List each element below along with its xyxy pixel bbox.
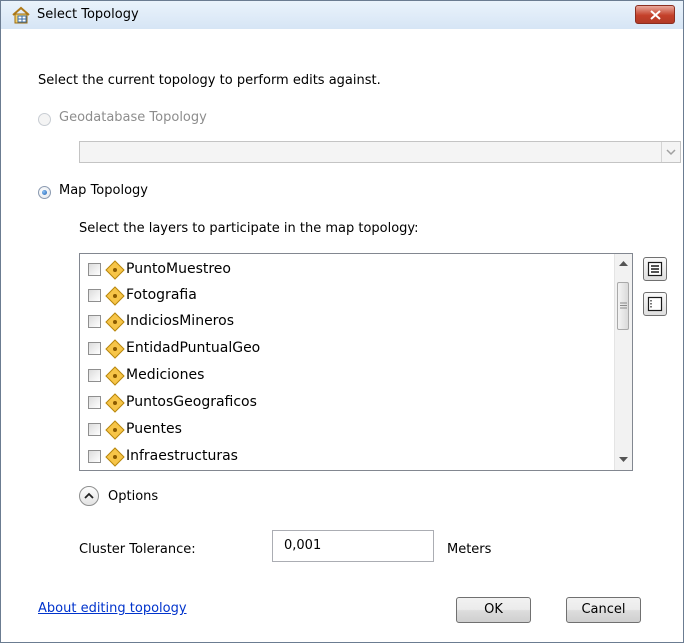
geodatabase-topology-label: Geodatabase Topology [59, 110, 207, 125]
layer-checkbox[interactable] [88, 342, 101, 355]
list-item[interactable]: EntidadPuntualGeo [88, 336, 608, 362]
select-all-button[interactable] [643, 257, 667, 281]
cluster-tolerance-label: Cluster Tolerance: [79, 542, 196, 557]
layer-checkbox[interactable] [88, 315, 101, 328]
point-layer-icon [105, 260, 125, 280]
scrollbar-thumb[interactable] [617, 282, 629, 330]
vertical-scrollbar[interactable] [614, 254, 632, 470]
layer-checkbox[interactable] [88, 450, 101, 463]
layer-checkbox[interactable] [88, 369, 101, 382]
layers-prompt: Select the layers to participate in the … [79, 221, 419, 236]
close-button[interactable] [635, 5, 675, 24]
layer-checkbox[interactable] [88, 263, 101, 276]
instruction-text: Select the current topology to perform e… [38, 73, 381, 88]
close-x-icon [650, 10, 661, 20]
geodatabase-topology-radio[interactable] [38, 113, 51, 126]
geodatabase-topology-combo[interactable] [79, 141, 681, 163]
layer-name: EntidadPuntualGeo [126, 340, 261, 356]
options-toggle-button[interactable] [79, 486, 99, 506]
layer-checkbox[interactable] [88, 396, 101, 409]
dialog-body: Select the current topology to perform e… [1, 29, 683, 642]
ok-button[interactable]: OK [456, 597, 531, 623]
grip-icon [620, 302, 627, 309]
scroll-up-icon[interactable] [619, 260, 628, 266]
layer-name: Mediciones [126, 367, 205, 383]
combo-dropdown-button[interactable] [661, 142, 680, 162]
cancel-button[interactable]: Cancel [566, 597, 641, 623]
select-topology-dialog: Select Topology Select the current topol… [0, 0, 684, 643]
map-topology-label: Map Topology [59, 183, 148, 198]
layer-checkbox[interactable] [88, 423, 101, 436]
units-label: Meters [447, 542, 492, 557]
layer-name: Puentes [126, 421, 182, 437]
title-bar[interactable]: Select Topology [1, 1, 683, 29]
point-layer-icon [105, 286, 125, 306]
point-layer-icon [105, 366, 125, 386]
layer-name: PuntosGeograficos [126, 394, 257, 410]
radio-selected-dot [42, 190, 47, 195]
list-item[interactable]: PuntosGeograficos [88, 390, 608, 416]
layer-checkbox[interactable] [88, 289, 101, 302]
chevron-up-icon [84, 492, 94, 499]
layer-name: IndiciosMineros [126, 313, 234, 329]
list-item[interactable]: IndiciosMineros [88, 309, 608, 335]
list-item[interactable]: Fotografia [88, 283, 608, 309]
layer-name: Fotografia [126, 287, 197, 303]
point-layer-icon [105, 393, 125, 413]
point-layer-icon [105, 339, 125, 359]
map-topology-radio[interactable] [38, 186, 51, 199]
point-layer-icon [105, 312, 125, 332]
about-topology-link[interactable]: About editing topology [38, 601, 187, 616]
point-layer-icon [105, 420, 125, 440]
select-all-icon [647, 261, 663, 277]
layer-name: PuntoMuestreo [126, 261, 231, 277]
layers-listbox[interactable]: PuntoMuestreo Fotografia IndiciosMineros… [79, 253, 633, 471]
options-label[interactable]: Options [108, 489, 158, 504]
clear-all-icon [647, 296, 663, 312]
list-item[interactable]: Infraestructuras [88, 444, 608, 470]
scroll-down-icon[interactable] [619, 457, 628, 463]
cluster-tolerance-input[interactable] [273, 531, 431, 559]
layer-name: Infraestructuras [126, 448, 238, 464]
chevron-down-icon [666, 149, 676, 156]
dialog-title: Select Topology [37, 7, 139, 22]
list-item[interactable]: Mediciones [88, 363, 608, 389]
topology-icon [12, 6, 30, 24]
list-item[interactable]: PuntoMuestreo [88, 257, 608, 283]
point-layer-icon [105, 447, 125, 467]
list-item[interactable]: Puentes [88, 417, 608, 443]
clear-all-button[interactable] [643, 292, 667, 316]
cluster-tolerance-field[interactable] [272, 530, 434, 562]
